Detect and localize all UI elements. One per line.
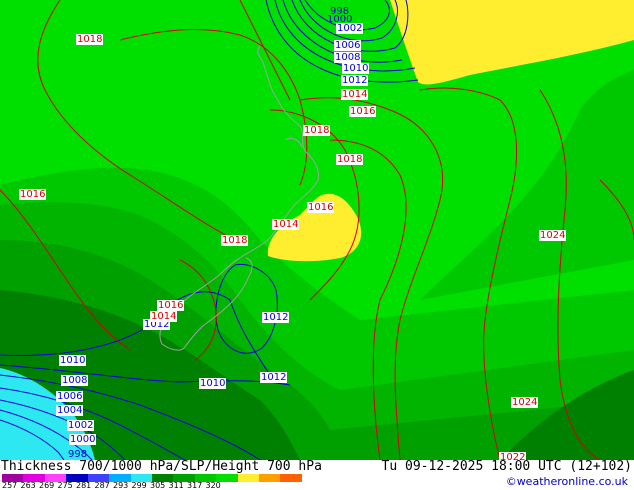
height-label: 1002 xyxy=(336,23,364,34)
scale-swatch xyxy=(259,474,281,482)
height-label: 1002 xyxy=(67,420,95,431)
height-label: 1012 xyxy=(262,312,290,323)
scale-tick-label: 305 xyxy=(150,481,166,490)
isobar-label: 1016 xyxy=(157,300,185,311)
scale-tick-label: 275 xyxy=(57,481,73,490)
scale-tick-label: 263 xyxy=(20,481,36,490)
color-scale-ticks: 257 263 269 275 281 287 293 299 305 311 317 320 xyxy=(2,482,224,490)
isobar-label: 1018 xyxy=(303,125,331,136)
isobar-label: 1014 xyxy=(341,89,369,100)
isobar-label: 1018 xyxy=(336,154,364,165)
scale-tick-label: 311 xyxy=(168,481,184,490)
height-label: 1012 xyxy=(341,75,369,86)
height-label: 1000 xyxy=(69,434,97,445)
height-label: 1004 xyxy=(56,405,84,416)
scale-tick-label: 317 xyxy=(187,481,203,490)
scale-tick-label: 320 xyxy=(205,481,221,490)
height-label: 1010 xyxy=(342,63,370,74)
isobar-label: 1024 xyxy=(539,230,567,241)
height-label: 1008 xyxy=(334,52,362,63)
height-label: 1008 xyxy=(61,375,89,386)
isobar-label: 1016 xyxy=(307,202,335,213)
isobar-label: 1018 xyxy=(76,34,104,45)
map-title: Thickness 700/1000 hPa/SLP/Height 700 hP… xyxy=(1,459,322,474)
weather-map: 998 1000 1002 1006 1008 1010 1012 1012 1… xyxy=(0,0,634,460)
map-footer: Thickness 700/1000 hPa/SLP/Height 700 hP… xyxy=(0,460,634,490)
scale-tick-label: 269 xyxy=(39,481,55,490)
scale-tick-label: 293 xyxy=(113,481,129,490)
isobar-label: 1024 xyxy=(511,397,539,408)
isobar-label: 1018 xyxy=(221,235,249,246)
isobar-label: 1016 xyxy=(349,106,377,117)
scale-swatch xyxy=(280,474,302,482)
height-label: 1006 xyxy=(56,391,84,402)
height-label: 1006 xyxy=(334,40,362,51)
scale-tick-label: 287 xyxy=(94,481,110,490)
height-label: 1010 xyxy=(199,378,227,389)
height-label: 1012 xyxy=(260,372,288,383)
scale-tick-label: 299 xyxy=(131,481,147,490)
isobar-label: 1016 xyxy=(19,189,47,200)
isobar-label: 1014 xyxy=(150,311,178,322)
map-datetime: Tu 09-12-2025 18:00 UTC (12+102) xyxy=(381,459,632,474)
scale-tick-label: 257 xyxy=(2,481,18,490)
isobar-label: 1014 xyxy=(272,219,300,230)
scale-swatch xyxy=(237,474,260,482)
scale-tick-label: 281 xyxy=(76,481,92,490)
height-label: 1010 xyxy=(59,355,87,366)
credit-text: ©weatheronline.co.uk xyxy=(505,475,628,488)
